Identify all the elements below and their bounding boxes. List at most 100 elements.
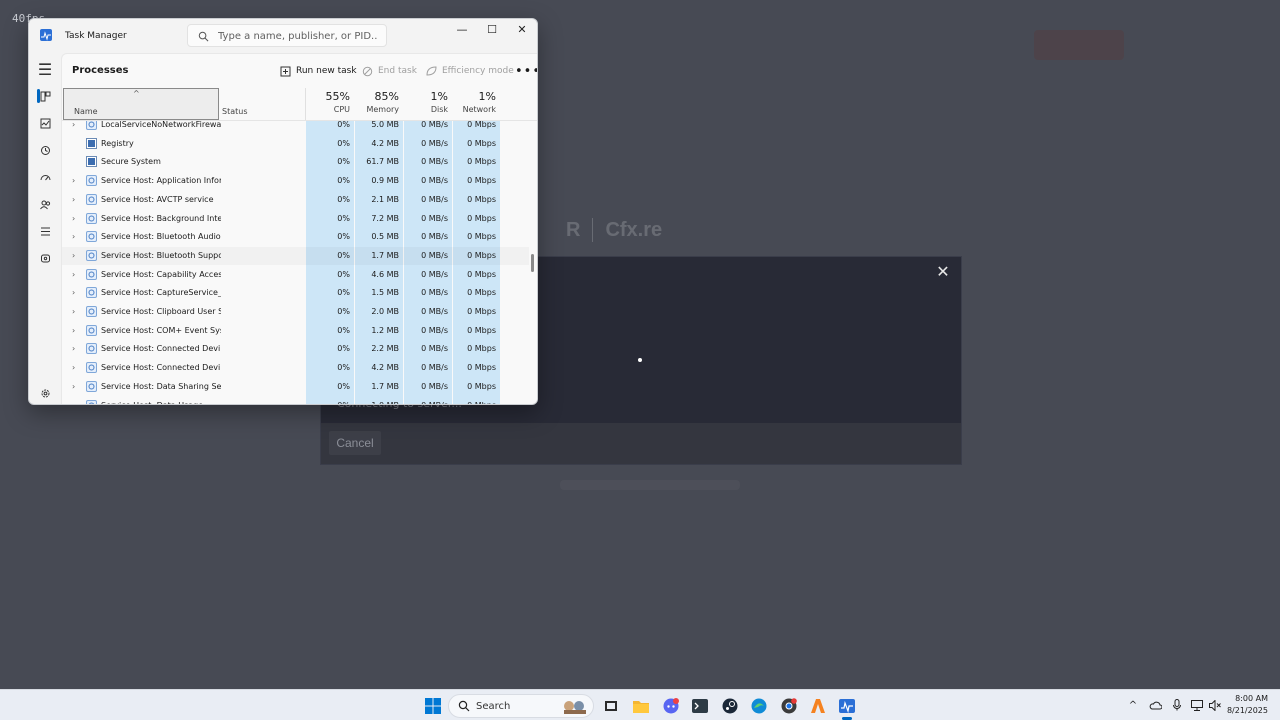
chrome-button[interactable] bbox=[778, 695, 800, 717]
disk-column-header[interactable]: 1% Disk bbox=[400, 90, 448, 114]
disk-value: 0 MB/s bbox=[421, 325, 448, 335]
title-bar[interactable]: Task Manager — ☐ ✕ bbox=[29, 19, 537, 53]
system-clock[interactable]: 8:00 AM 8/21/2025 bbox=[1226, 693, 1268, 717]
gear-icon bbox=[41, 389, 49, 397]
nav-startup-apps[interactable] bbox=[35, 167, 55, 187]
table-row[interactable]: › LocalServiceNoNetworkFirewa... 0% 5.0 MB 0… bbox=[62, 121, 529, 134]
close-icon[interactable]: ✕ bbox=[507, 19, 537, 39]
file-explorer-button[interactable] bbox=[630, 695, 652, 717]
fivem-button[interactable] bbox=[807, 695, 829, 717]
scrollbar-thumb[interactable] bbox=[531, 254, 534, 272]
cpu-value: 0% bbox=[337, 344, 350, 354]
leaf-icon bbox=[426, 65, 437, 76]
users-icon bbox=[39, 200, 50, 209]
hamburger-menu-icon[interactable]: ☰ bbox=[35, 59, 55, 79]
microphone-icon[interactable] bbox=[1170, 698, 1184, 712]
table-row[interactable]: › Service Host: CaptureService_... 0% 1.5 M… bbox=[62, 284, 529, 302]
nav-settings[interactable] bbox=[35, 383, 55, 403]
onedrive-cloud-icon[interactable] bbox=[1148, 698, 1162, 712]
table-row[interactable]: › Service Host: Application Infor... 0% 0.9… bbox=[62, 172, 529, 190]
expand-chevron-icon[interactable]: › bbox=[72, 251, 75, 260]
active-indicator bbox=[37, 89, 40, 103]
expand-chevron-icon[interactable]: › bbox=[72, 232, 75, 241]
table-row[interactable]: Secure System 0% 61.7 MB 0 MB/s 0 Mbps bbox=[62, 153, 529, 171]
table-row[interactable]: › Service Host: Data Usage 0%1.0 MB0 MB/s0… bbox=[62, 397, 529, 405]
expand-chevron-icon[interactable]: › bbox=[72, 121, 75, 129]
cpu-value: 0% bbox=[337, 194, 350, 204]
memory-value: 4.6 MB bbox=[371, 269, 399, 279]
process-search-input[interactable] bbox=[218, 28, 378, 44]
nav-details[interactable] bbox=[35, 221, 55, 241]
nav-users[interactable] bbox=[35, 194, 55, 214]
discord-button[interactable] bbox=[660, 695, 682, 717]
discord-icon bbox=[663, 698, 679, 714]
nav-performance[interactable] bbox=[35, 113, 55, 133]
cpu-value: 0% bbox=[337, 363, 350, 373]
expand-chevron-icon[interactable]: › bbox=[72, 382, 75, 391]
table-row[interactable]: › Service Host: Data Sharing Ser... 0% 1.7 … bbox=[62, 378, 529, 396]
expand-chevron-icon[interactable]: › bbox=[72, 326, 75, 335]
cancel-button[interactable]: Cancel bbox=[329, 431, 381, 455]
end-task-button[interactable]: End task bbox=[362, 63, 417, 79]
table-row[interactable]: › Service Host: Clipboard User S... 0% 2.0 … bbox=[62, 303, 529, 321]
maximize-icon[interactable]: ☐ bbox=[477, 19, 507, 39]
end-task-icon bbox=[362, 66, 373, 76]
memory-value: 2.2 MB bbox=[371, 344, 399, 354]
efficiency-mode-button[interactable]: Efficiency mode bbox=[426, 63, 514, 79]
table-row[interactable]: › Service Host: Bluetooth Audio... 0% 0.5 M… bbox=[62, 228, 529, 246]
task-view-button[interactable] bbox=[600, 695, 622, 717]
display-icon[interactable] bbox=[1190, 698, 1204, 712]
terminal-button[interactable] bbox=[689, 695, 711, 717]
service-gear-icon bbox=[86, 212, 97, 224]
memory-column-header[interactable]: 85% Memory bbox=[351, 90, 399, 114]
expand-chevron-icon[interactable]: › bbox=[72, 307, 75, 316]
task-manager-taskbar-button[interactable] bbox=[836, 695, 858, 717]
edge-button[interactable] bbox=[748, 695, 770, 717]
disk-value: 0 MB/s bbox=[421, 213, 448, 223]
expand-chevron-icon[interactable]: › bbox=[72, 288, 75, 297]
expand-chevron-icon[interactable]: › bbox=[72, 214, 75, 223]
nav-processes[interactable] bbox=[35, 86, 55, 106]
start-button[interactable] bbox=[422, 695, 444, 717]
minimize-icon[interactable]: — bbox=[447, 19, 477, 39]
process-name: LocalServiceNoNetworkFirewa... bbox=[101, 121, 221, 129]
table-row[interactable]: › Service Host: Connected Devi... 0% 4.2 MB… bbox=[62, 359, 529, 377]
expand-chevron-icon[interactable]: › bbox=[72, 195, 75, 204]
service-gear-icon bbox=[86, 121, 97, 130]
table-row[interactable]: › Service Host: AVCTP service 0% 2.1 MB 0 MB… bbox=[62, 191, 529, 209]
table-row[interactable]: › Service Host: Bluetooth Suppo... 0% 1.7 M… bbox=[62, 247, 529, 265]
table-row[interactable]: › Service Host: COM+ Event Sys... 0% 1.2 MB… bbox=[62, 322, 529, 340]
expand-chevron-icon[interactable]: › bbox=[72, 344, 75, 353]
process-name: Service Host: Data Usage bbox=[101, 401, 221, 405]
services-puzzle-icon bbox=[40, 254, 50, 262]
name-column-header[interactable]: ^ Name bbox=[63, 88, 219, 120]
nav-services[interactable] bbox=[35, 248, 55, 268]
service-gear-icon bbox=[86, 193, 97, 205]
expand-chevron-icon[interactable]: › bbox=[72, 363, 75, 372]
taskbar-search[interactable]: Search bbox=[448, 694, 594, 718]
network-column-header[interactable]: 1% Network bbox=[448, 90, 496, 114]
cpu-column-header[interactable]: 55% CPU bbox=[302, 90, 350, 114]
dialog-close-icon[interactable]: ✕ bbox=[933, 262, 953, 282]
status-column-header[interactable]: Status bbox=[222, 107, 248, 116]
expand-chevron-icon[interactable]: › bbox=[72, 401, 75, 405]
process-name: Service Host: Data Sharing Ser... bbox=[101, 381, 221, 391]
show-hidden-icons-chevron-up-icon[interactable]: ^ bbox=[1126, 698, 1140, 712]
run-new-task-button[interactable]: Run new task bbox=[280, 63, 357, 79]
table-row[interactable]: Registry 0% 4.2 MB 0 MB/s 0 Mbps bbox=[62, 135, 529, 153]
more-options-icon[interactable]: ••• bbox=[515, 63, 537, 79]
speaker-muted-icon[interactable] bbox=[1208, 698, 1222, 712]
table-row[interactable]: › Service Host: Connected Devi... 0% 2.2 MB… bbox=[62, 340, 529, 358]
service-gear-icon bbox=[86, 362, 97, 374]
nav-app-history[interactable] bbox=[35, 140, 55, 160]
steam-button[interactable] bbox=[719, 695, 741, 717]
expand-chevron-icon[interactable]: › bbox=[72, 176, 75, 185]
table-row[interactable]: › Service Host: Capability Acces... 0% 4.6 … bbox=[62, 266, 529, 284]
memory-value: 1.7 MB bbox=[371, 381, 399, 391]
cpu-value: 0% bbox=[337, 157, 350, 167]
cpu-value: 0% bbox=[337, 269, 350, 279]
chrome-icon bbox=[781, 698, 797, 714]
process-search-box[interactable] bbox=[187, 24, 387, 47]
expand-chevron-icon[interactable]: › bbox=[72, 270, 75, 279]
table-row[interactable]: › Service Host: Background Inte... 0% 7.2 M… bbox=[62, 210, 529, 228]
